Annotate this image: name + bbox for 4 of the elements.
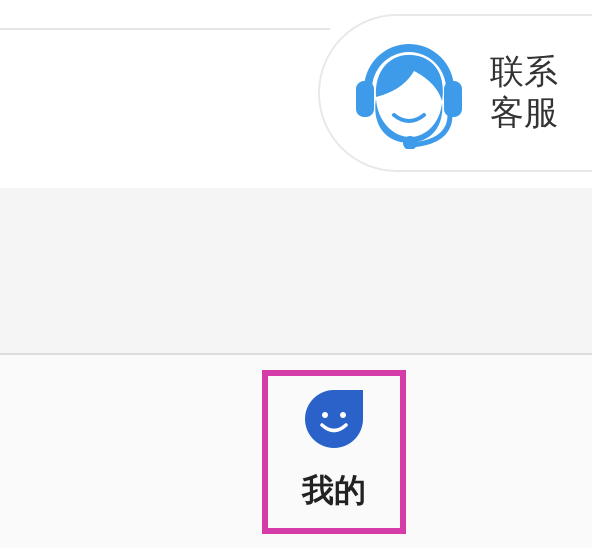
smiley-icon <box>305 390 363 448</box>
support-button[interactable]: 联系客服 <box>318 14 592 172</box>
tab-item[interactable]: 我的 <box>262 370 406 534</box>
support-label: 联系客服 <box>490 52 559 134</box>
